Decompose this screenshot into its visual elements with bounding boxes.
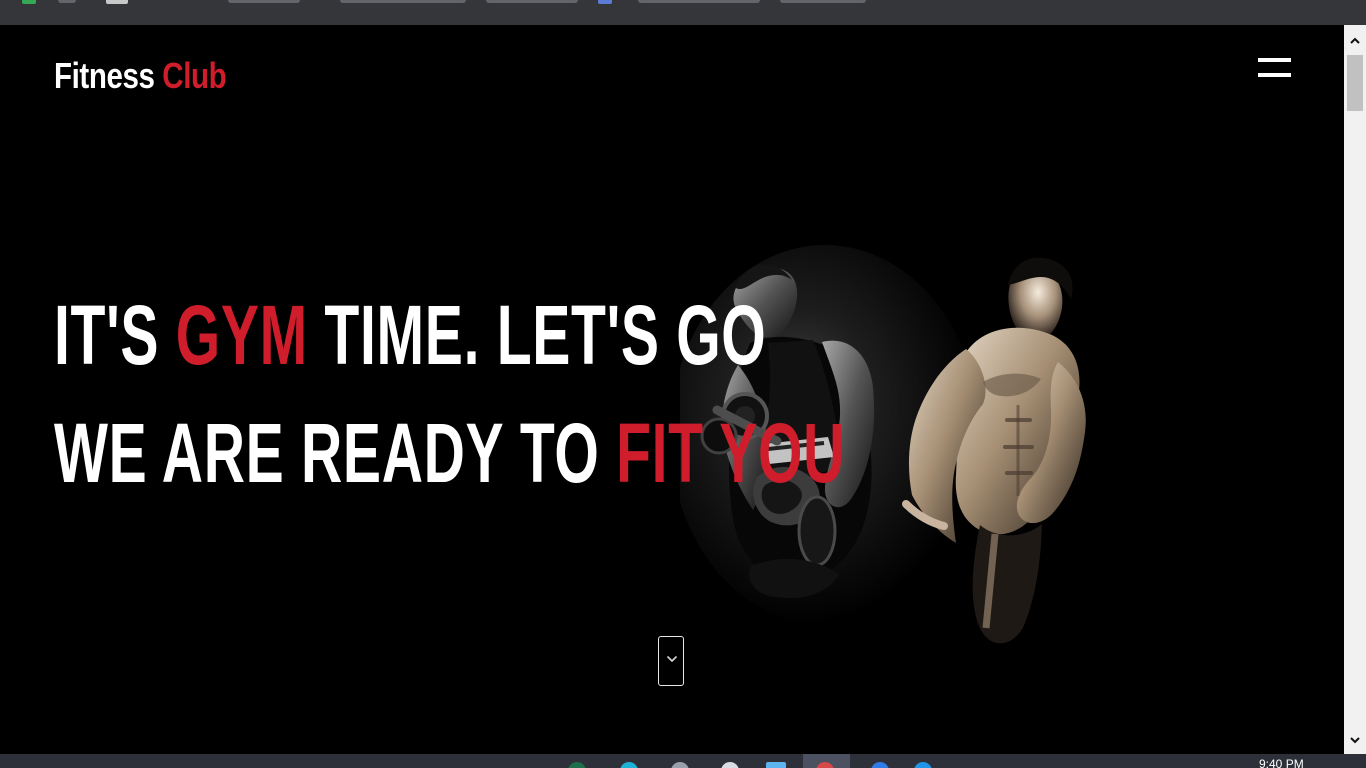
document-bookmark-icon[interactable] [106, 0, 128, 4]
bookmark-item[interactable] [58, 0, 76, 3]
menu-line-top [1258, 58, 1291, 62]
headline-line-2-before: WE ARE READY TO [54, 406, 600, 500]
bookmark-item[interactable] [780, 0, 866, 3]
taskbar-app-icon[interactable] [766, 762, 786, 768]
headline-line-2-accent: FIT YOU [616, 406, 846, 500]
taskbar-clock[interactable]: 9:40 PM [1259, 758, 1304, 768]
taskbar-app-icon[interactable] [568, 762, 586, 768]
windows-taskbar: 9:40 PM [0, 754, 1366, 768]
taskbar-app-icon[interactable] [914, 762, 932, 768]
headline-line-1-before: IT'S [54, 288, 160, 382]
headline-line-1-accent: GYM [175, 288, 308, 382]
site-logo[interactable]: Fitness Club [54, 55, 227, 97]
menu-line-bottom [1258, 73, 1291, 77]
fitness-club-page: Fitness Club IT'S GYM TIME. LET'S GO WE … [0, 25, 1344, 754]
bookmark-item[interactable] [340, 0, 466, 3]
logo-accent-text: Club [162, 55, 227, 96]
bookmark-item[interactable] [486, 0, 578, 3]
taskbar-app-icon[interactable] [620, 762, 638, 768]
bookmark-item[interactable] [228, 0, 300, 3]
scroll-up-icon[interactable] [1348, 34, 1362, 48]
logo-primary-text: Fitness [54, 55, 155, 96]
bookmark-icon[interactable] [598, 0, 612, 4]
hero-headline-line-1: IT'S GYM TIME. LET'S GO [54, 293, 766, 377]
scrollbar-thumb[interactable] [1347, 55, 1363, 111]
headline-line-1-after: TIME. LET'S GO [324, 288, 767, 382]
bookmark-item[interactable] [638, 0, 760, 3]
taskbar-app-icon[interactable] [871, 762, 889, 768]
taskbar-app-icon[interactable] [721, 762, 739, 768]
scroll-down-button[interactable] [658, 636, 684, 686]
bookmarks-bar [0, 0, 1366, 25]
chevron-down-icon [667, 656, 677, 662]
taskbar-app-icon[interactable] [671, 762, 689, 768]
bookmark-icon[interactable] [22, 0, 36, 4]
hero-headline-line-2: WE ARE READY TO FIT YOU [54, 411, 845, 495]
scroll-down-icon[interactable] [1348, 733, 1362, 747]
hamburger-menu-icon[interactable] [1258, 56, 1292, 80]
vertical-scrollbar[interactable] [1344, 25, 1366, 754]
